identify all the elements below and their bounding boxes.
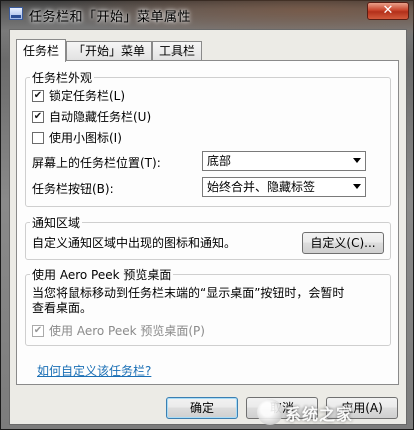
auto-hide-label: 自动隐藏任务栏(U) <box>49 110 152 124</box>
titlebar[interactable]: 任务栏和「开始」菜单属性 ✕ <box>1 1 414 27</box>
customize-button[interactable]: 自定义(C)... <box>302 232 384 254</box>
taskbar-icon <box>9 7 23 20</box>
notification-group-title: 通知区域 <box>30 214 83 231</box>
tab-panel-taskbar: 任务栏外观 ✔ 锁定任务栏(L) ✔ 自动隐藏任务栏(U) 使用小图标(I) 屏幕上… <box>16 60 399 385</box>
dialog-client: 任务栏 「开始」菜单 工具栏 任务栏外观 ✔ 锁定任务栏(L) ✔ 自动隐藏任务栏(… <box>9 29 407 425</box>
notification-group: 通知区域 自定义通知区域中出现的图标和通知。 自定义(C)... <box>25 214 391 260</box>
ok-button[interactable]: 确定 <box>166 397 238 419</box>
watermark-logo-icon <box>257 399 283 425</box>
chevron-down-icon <box>353 158 361 163</box>
position-dropdown[interactable]: 底部 <box>202 151 366 171</box>
window-title: 任务栏和「开始」菜单属性 <box>29 10 192 25</box>
tab-taskbar[interactable]: 任务栏 <box>16 39 66 62</box>
watermark: 系统之家 <box>257 397 407 427</box>
auto-hide-check-icon: ✔ <box>32 110 44 123</box>
watermark-text: 系统之家 <box>285 405 354 424</box>
lock-taskbar-label: 锁定任务栏(L) <box>49 89 126 103</box>
buttons-label: 任务栏按钮(B): <box>32 182 114 196</box>
buttons-dropdown[interactable]: 始终合并、隐藏标签 <box>202 177 366 197</box>
position-value: 底部 <box>207 154 232 168</box>
aero-peek-group: 使用 Aero Peek 预览桌面 当您将鼠标移动到任务栏末端的“显示桌面”按钮… <box>25 266 391 346</box>
small-icons-label: 使用小图标(I) <box>49 131 122 145</box>
buttons-value: 始终合并、隐藏标签 <box>207 180 316 194</box>
small-icons-check-box <box>32 131 44 144</box>
auto-hide-checkbox[interactable]: ✔ 自动隐藏任务栏(U) <box>32 109 151 125</box>
chevron-down-icon <box>353 184 361 189</box>
notification-description: 自定义通知区域中出现的图标和通知。 <box>32 236 237 250</box>
small-icons-checkbox[interactable]: 使用小图标(I) <box>32 130 122 146</box>
lock-taskbar-check-icon: ✔ <box>32 89 44 102</box>
aero-peek-description-line2: 查看桌面。 <box>32 301 93 315</box>
aero-peek-group-title: 使用 Aero Peek 预览桌面 <box>30 266 174 283</box>
appearance-group-title: 任务栏外观 <box>30 69 95 86</box>
tab-start-menu[interactable]: 「开始」菜单 <box>66 41 152 60</box>
position-label: 屏幕上的任务栏位置(T): <box>32 156 161 170</box>
tab-toolbars[interactable]: 工具栏 <box>152 41 202 60</box>
aero-peek-checkbox-label: 使用 Aero Peek 预览桌面(P) <box>49 324 205 338</box>
dialog-window: 任务栏和「开始」菜单属性 ✕ 任务栏 「开始」菜单 工具栏 任务栏外观 ✔ 锁定任… <box>0 0 414 430</box>
lock-taskbar-checkbox[interactable]: ✔ 锁定任务栏(L) <box>32 88 125 104</box>
aero-peek-checkbox[interactable]: ✔ 使用 Aero Peek 预览桌面(P) <box>32 323 205 339</box>
close-button[interactable]: ✕ <box>367 2 409 20</box>
appearance-group: 任务栏外观 ✔ 锁定任务栏(L) ✔ 自动隐藏任务栏(U) 使用小图标(I) 屏幕上… <box>25 69 391 207</box>
aero-peek-check-icon: ✔ <box>32 324 44 337</box>
help-link[interactable]: 如何自定义该任务栏? <box>37 362 151 379</box>
